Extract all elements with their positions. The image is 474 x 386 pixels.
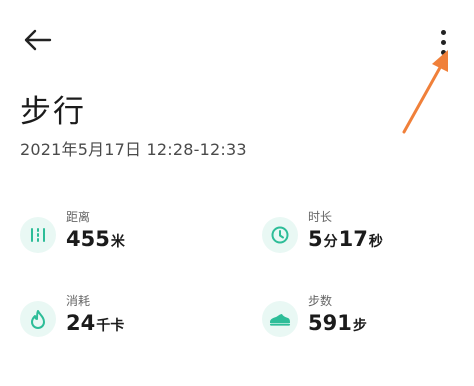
annotation-arrow bbox=[402, 50, 448, 134]
distance-icon bbox=[20, 217, 56, 253]
activity-datetime: 2021年5月17日 12:28-12:33 bbox=[20, 140, 247, 159]
metric-label: 时长 bbox=[308, 210, 333, 224]
calories-value: 24 bbox=[66, 311, 96, 335]
minutes-unit: 分 bbox=[323, 234, 338, 250]
metric-value: 591步 bbox=[308, 311, 368, 335]
back-button[interactable] bbox=[20, 24, 54, 56]
distance-unit: 米 bbox=[110, 234, 125, 250]
status-bar-remnant bbox=[0, 0, 474, 6]
metric-value: 455米 bbox=[66, 227, 126, 251]
distance-value: 455 bbox=[66, 227, 110, 251]
steps-unit: 步 bbox=[352, 318, 367, 334]
steps-value: 591 bbox=[308, 311, 352, 335]
calories-unit: 千卡 bbox=[96, 318, 125, 334]
shoe-icon bbox=[262, 301, 298, 337]
metric-steps: 步数 591步 bbox=[262, 292, 462, 342]
metric-calories: 消耗 24千卡 bbox=[20, 292, 220, 342]
duration-seconds: 17 bbox=[338, 227, 368, 251]
metric-duration: 时长 5分17秒 bbox=[262, 208, 462, 258]
seconds-unit: 秒 bbox=[368, 234, 383, 250]
flame-icon bbox=[20, 301, 56, 337]
metric-label: 距离 bbox=[66, 210, 91, 224]
duration-minutes: 5 bbox=[308, 227, 323, 251]
arrow-left-icon bbox=[24, 29, 52, 51]
metric-value: 5分17秒 bbox=[308, 227, 384, 251]
metric-label: 消耗 bbox=[66, 294, 91, 308]
clock-icon bbox=[262, 217, 298, 253]
metric-value: 24千卡 bbox=[66, 311, 125, 335]
page-title: 步行 bbox=[20, 94, 86, 130]
metric-distance: 距离 455米 bbox=[20, 208, 220, 258]
metric-label: 步数 bbox=[308, 294, 333, 308]
